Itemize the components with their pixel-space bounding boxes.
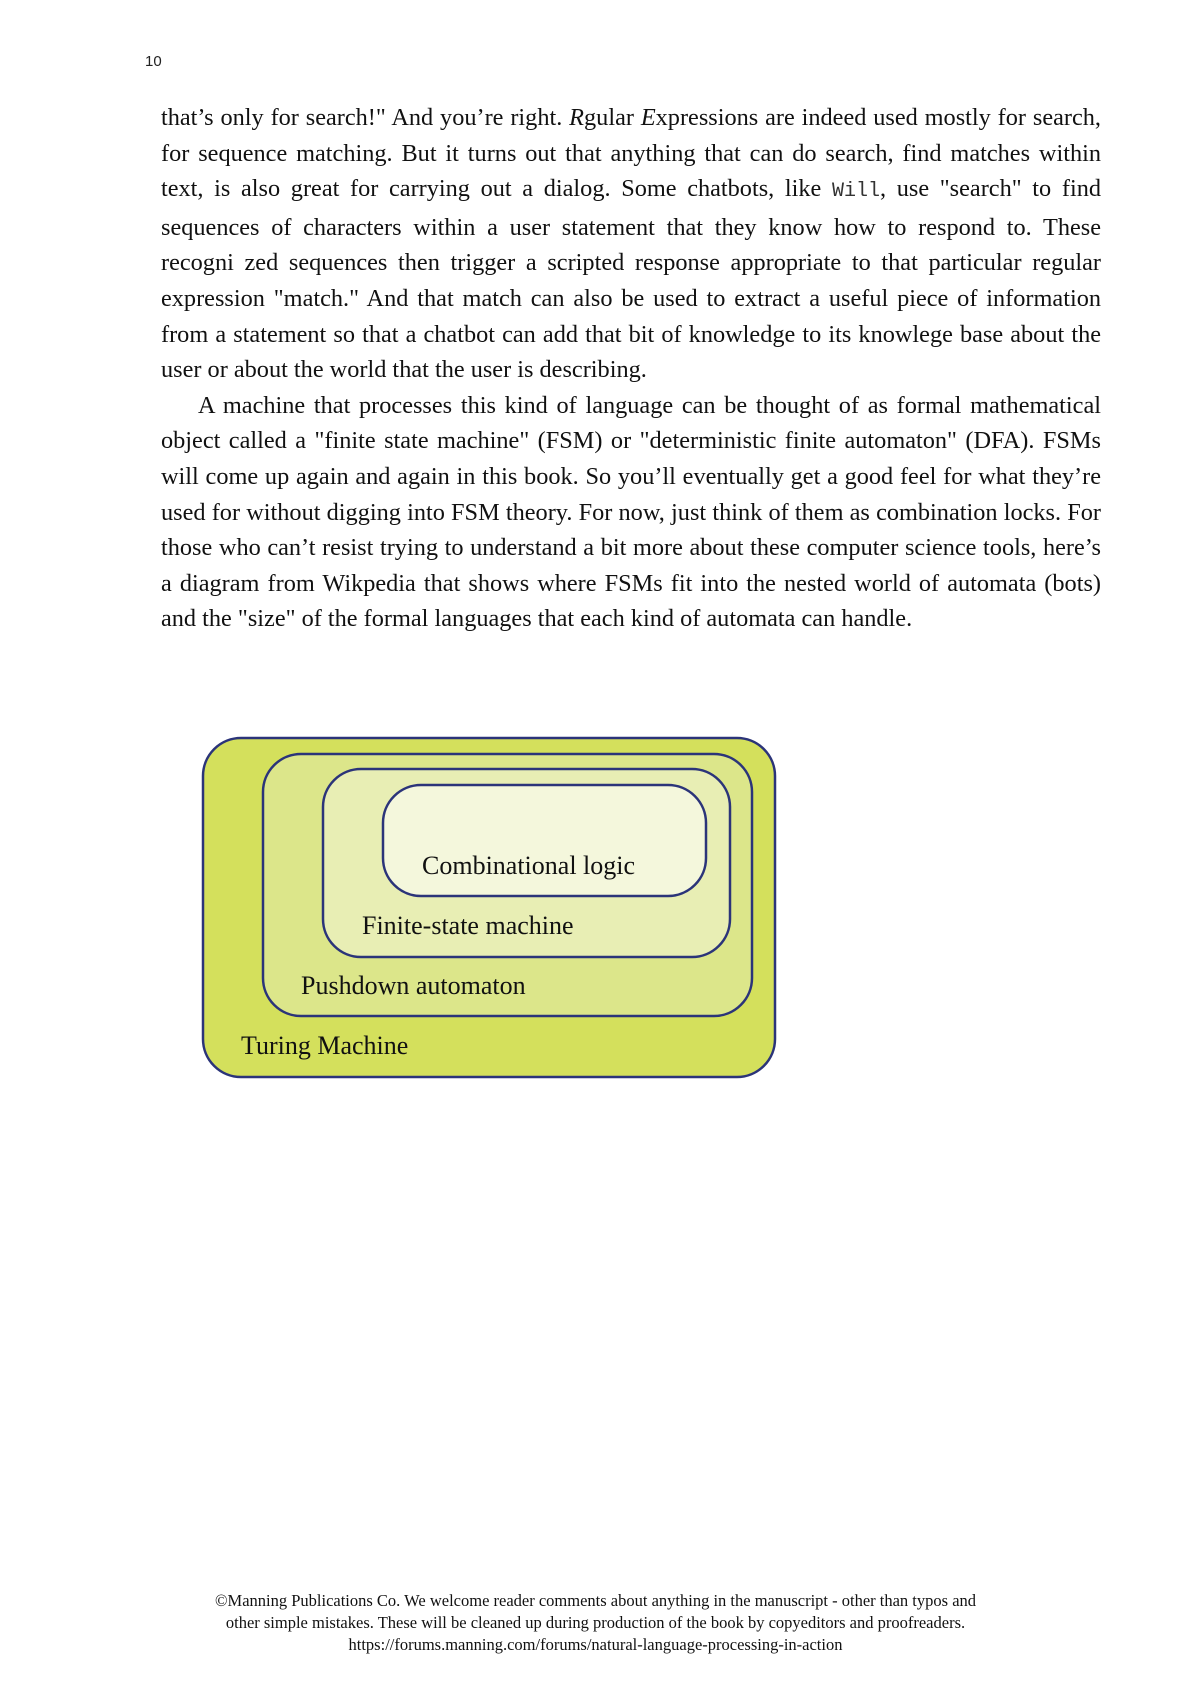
- footer-forum-link[interactable]: https://forums.manning.com/forums/natura…: [0, 1634, 1191, 1656]
- finite-state-machine-label: Finite-state machine: [362, 911, 574, 940]
- automata-nesting-diagram: Combinational logic Finite-state machine…: [201, 736, 777, 1079]
- footer-notice-line: other simple mistakes. These will be cle…: [225, 1613, 966, 1632]
- footer-copyright-line: ©Manning Publications Co. We welcome rea…: [214, 1591, 977, 1610]
- combinational-logic-label: Combinational logic: [422, 851, 635, 880]
- page-footer: ©Manning Publications Co. We welcome rea…: [0, 1590, 1191, 1656]
- turing-machine-label: Turing Machine: [241, 1031, 408, 1060]
- pushdown-automaton-label: Pushdown automaton: [301, 971, 526, 1000]
